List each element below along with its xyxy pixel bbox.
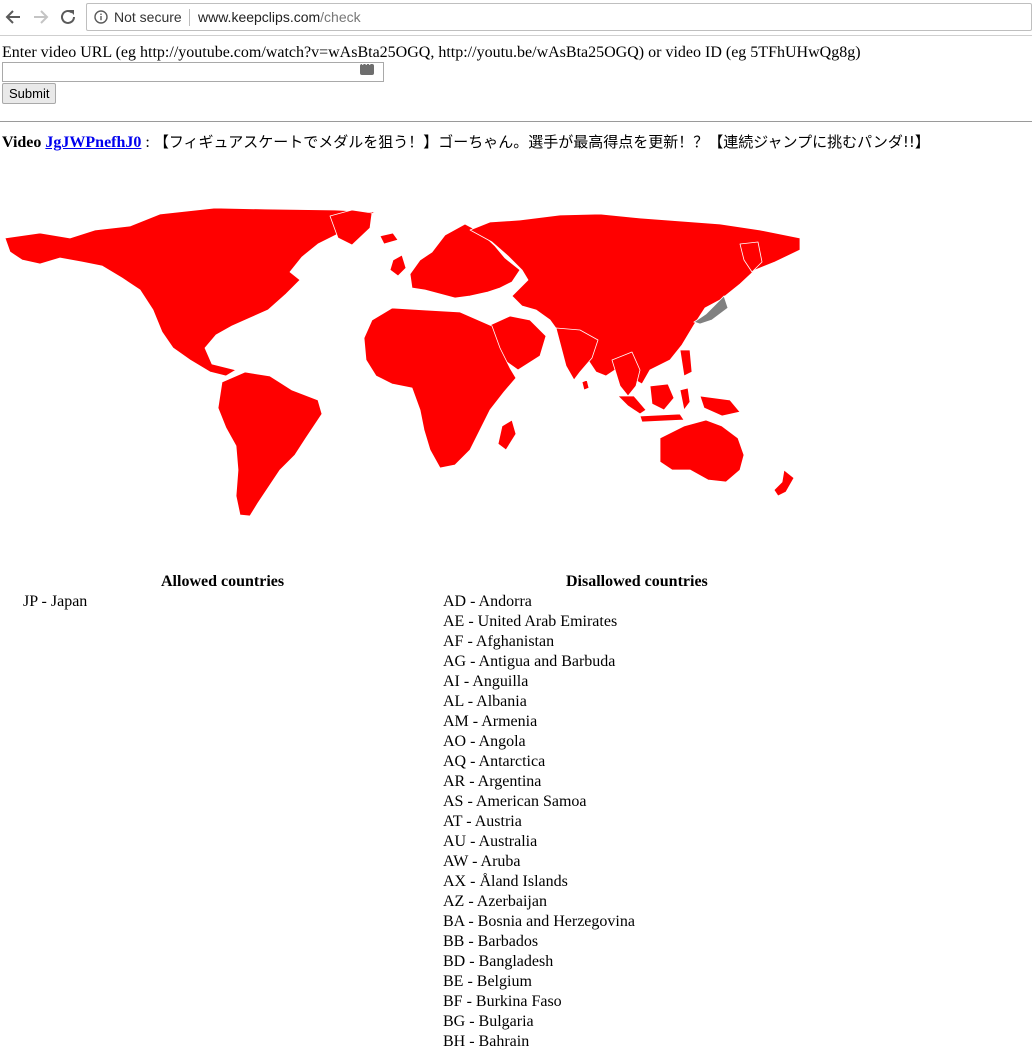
map-region-philippines <box>679 349 693 377</box>
map-region-sulawesi <box>679 387 691 411</box>
video-label: Video <box>2 134 42 151</box>
address-bar[interactable]: Not secure www.keepclips.com/check <box>86 3 1032 31</box>
map-region-british-isles <box>389 254 407 277</box>
map-region-australia <box>659 419 745 483</box>
video-url-input[interactable] <box>2 62 384 82</box>
keyboard-icon[interactable] <box>360 58 374 75</box>
map-region-new-guinea <box>699 395 741 417</box>
country-item: BB - Barbados <box>443 933 539 950</box>
country-item: BH - Bahrain <box>443 1033 530 1050</box>
country-item: AQ - Antarctica <box>443 753 546 770</box>
country-item: AM - Armenia <box>443 713 538 730</box>
country-item: BD - Bangladesh <box>443 953 554 970</box>
video-id-link[interactable]: JgJWPnefhJ0 <box>45 134 141 151</box>
country-item: JP - Japan <box>23 593 88 610</box>
video-title: 【フィギュアスケートでメダルを狙う！】ゴーちゃん。選手が最高得点を更新！？【連続… <box>153 133 930 151</box>
browser-toolbar: Not secure www.keepclips.com/check <box>0 0 1032 36</box>
map-region-south-america <box>217 371 323 517</box>
url-host: www.keepclips.com <box>198 9 321 25</box>
map-region-sri-lanka <box>581 379 590 391</box>
country-item: AT - Austria <box>443 813 522 830</box>
video-info-line: Video JgJWPnefhJ0 : 【フィギュアスケートでメダルを狙う！】ゴ… <box>2 131 930 152</box>
country-item: BE - Belgium <box>443 973 532 990</box>
country-item: AU - Australia <box>443 833 538 850</box>
submit-button[interactable]: Submit <box>2 83 57 104</box>
country-item: AO - Angola <box>443 733 526 750</box>
url-text[interactable]: www.keepclips.com/check <box>198 9 361 25</box>
forward-arrow-icon[interactable] <box>30 6 52 28</box>
url-path: /check <box>320 9 361 25</box>
country-item: AD - Andorra <box>443 593 532 610</box>
map-region-sumatra <box>617 395 647 415</box>
country-item: AX - Åland Islands <box>443 873 568 890</box>
map-region-north-america <box>4 207 376 377</box>
country-item: BG - Bulgaria <box>443 1013 534 1030</box>
country-item: BA - Bosnia and Herzegovina <box>443 913 635 930</box>
address-separator <box>189 9 190 26</box>
country-item: AZ - Azerbaijan <box>443 893 547 910</box>
divider <box>0 121 1032 122</box>
map-region-borneo <box>649 383 675 411</box>
country-item: AF - Afghanistan <box>443 633 555 650</box>
country-item: AR - Argentina <box>443 773 542 790</box>
country-item: AG - Antigua and Barbuda <box>443 653 616 670</box>
country-item: AS - American Samoa <box>443 793 587 810</box>
video-separator: : <box>141 134 154 151</box>
back-arrow-icon[interactable] <box>2 6 24 28</box>
country-item: AL - Albania <box>443 693 527 710</box>
country-item: BF - Burkina Faso <box>443 993 562 1010</box>
map-region-new-zealand <box>773 469 795 497</box>
disallowed-countries-list: AD - Andorra AE - United Arab Emirates AF … <box>443 592 635 1052</box>
map-region-iceland <box>379 232 399 245</box>
map-region-madagascar <box>497 419 517 451</box>
security-label[interactable]: Not secure <box>114 9 182 25</box>
disallowed-countries-heading: Disallowed countries <box>566 573 708 590</box>
map-region-africa <box>363 307 517 469</box>
country-item: AE - United Arab Emirates <box>443 613 618 630</box>
map-region-java <box>639 413 685 423</box>
map-region-greenland <box>329 209 373 246</box>
url-prompt-label: Enter video URL (eg http://youtube.com/w… <box>2 44 861 61</box>
reload-icon[interactable] <box>57 6 79 28</box>
allowed-countries-heading: Allowed countries <box>161 573 285 590</box>
country-item: AI - Anguilla <box>443 673 529 690</box>
info-icon[interactable] <box>94 10 108 24</box>
country-item: AW - Aruba <box>443 853 521 870</box>
world-map <box>4 207 801 517</box>
allowed-countries-list: JP - Japan <box>23 592 87 612</box>
